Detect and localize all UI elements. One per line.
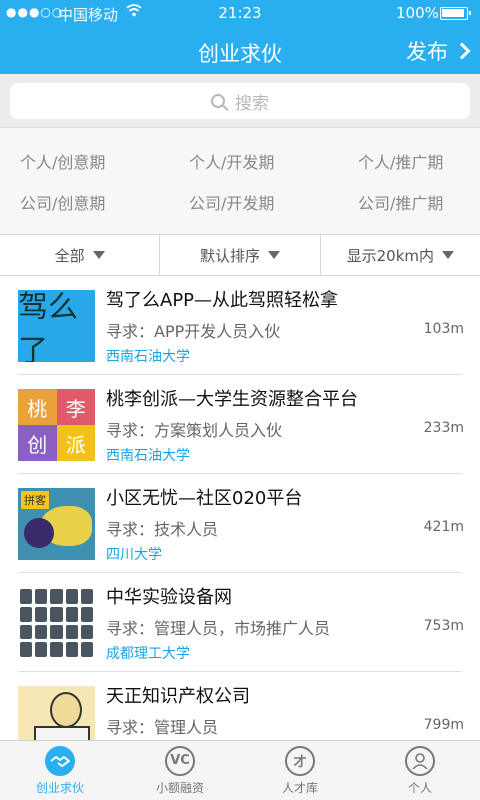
caret-down-icon bbox=[268, 251, 280, 259]
category-personal-dev[interactable]: 个人/开发期 bbox=[189, 149, 274, 173]
tab-micro-finance[interactable]: VC 小额融资 bbox=[120, 741, 240, 800]
thumbnail-graphic bbox=[50, 692, 82, 728]
list-item[interactable]: 桃 李 创 派 桃李创派—大学生资源整合平台 寻求：方案策划人员入伙 西南石油大… bbox=[0, 375, 480, 474]
category-personal-idea[interactable]: 个人/创意期 bbox=[20, 149, 105, 173]
project-seeking: 寻求：管理人员，市场推广人员 bbox=[106, 619, 331, 638]
thumbnail-text: 驾么了 bbox=[18, 290, 78, 362]
category-personal-promo[interactable]: 个人/推广期 bbox=[358, 149, 443, 173]
project-distance: 799m bbox=[423, 717, 464, 733]
thumbnail-char: 桃 bbox=[18, 389, 57, 425]
sort-label: 默认排序 bbox=[199, 246, 260, 265]
project-distance: 421m bbox=[423, 519, 464, 535]
thumbnail-char: 李 bbox=[56, 389, 95, 425]
project-title: 小区无忧—社区020平台 bbox=[106, 488, 303, 509]
project-thumbnail bbox=[18, 686, 95, 740]
publish-button[interactable]: 发布 bbox=[406, 36, 471, 66]
category-company-promo[interactable]: 公司/推广期 bbox=[358, 190, 443, 214]
project-distance: 103m bbox=[423, 321, 464, 337]
tab-startup-partners[interactable]: 创业求伙 bbox=[0, 741, 120, 800]
project-thumbnail bbox=[18, 587, 95, 659]
list-item[interactable]: 驾么了 驾了么APP—从此驾照轻松拿 寻求：APP开发人员入伙 西南石油大学 1… bbox=[0, 276, 480, 375]
filter-bar: 全部 默认排序 显示20km内 bbox=[0, 234, 480, 276]
filter-all-label: 全部 bbox=[54, 246, 85, 265]
project-thumbnail: 桃 李 创 派 bbox=[18, 389, 95, 461]
project-school[interactable]: 西南石油大学 bbox=[106, 346, 190, 366]
tab-bar: 创业求伙 VC 小额融资 才 人才库 个人 bbox=[0, 740, 480, 800]
thumbnail-char: 创 bbox=[18, 425, 57, 461]
thumbnail-char: 派 bbox=[56, 425, 95, 461]
person-icon bbox=[405, 745, 435, 776]
thumbnail-graphic bbox=[24, 518, 54, 548]
tab-talent-pool[interactable]: 才 人才库 bbox=[240, 741, 360, 800]
tab-personal[interactable]: 个人 bbox=[360, 741, 480, 800]
project-seeking: 寻求：技术人员 bbox=[106, 520, 219, 539]
project-list: 驾么了 驾了么APP—从此驾照轻松拿 寻求：APP开发人员入伙 西南石油大学 1… bbox=[0, 276, 480, 740]
project-seeking: 寻求：APP开发人员入伙 bbox=[106, 322, 281, 341]
category-company-dev[interactable]: 公司/开发期 bbox=[189, 190, 274, 214]
list-item[interactable]: 中华实验设备网 寻求：管理人员，市场推广人员 成都理工大学 753m bbox=[0, 573, 480, 672]
search-area: 搜索 bbox=[0, 74, 480, 128]
tab-label: 小额融资 bbox=[155, 780, 204, 795]
caret-down-icon bbox=[442, 251, 455, 259]
project-title: 天正知识产权公司 bbox=[106, 686, 250, 707]
status-bar: ●●●○○ 中国移动 21:23 100% bbox=[0, 0, 480, 28]
category-company-idea[interactable]: 公司/创意期 bbox=[20, 190, 105, 214]
project-school[interactable]: 四川大学 bbox=[106, 544, 162, 564]
sort-dropdown[interactable]: 默认排序 bbox=[160, 235, 321, 275]
project-thumbnail: 驾么了 bbox=[18, 290, 95, 362]
publish-label: 发布 bbox=[406, 40, 448, 64]
tab-label: 人才库 bbox=[281, 780, 318, 795]
project-title: 驾了么APP—从此驾照轻松拿 bbox=[106, 290, 339, 311]
project-school[interactable]: 成都理工大学 bbox=[106, 643, 190, 663]
project-distance: 233m bbox=[423, 420, 464, 436]
category-grid: 个人/创意期 个人/开发期 个人/推广期 公司/创意期 公司/开发期 公司/推广… bbox=[0, 128, 480, 234]
battery-percent: 100% bbox=[396, 4, 439, 22]
header-bar: ●●●○○ 中国移动 21:23 100% 创业求伙 发布 bbox=[0, 0, 480, 74]
project-seeking: 寻求：管理人员 bbox=[106, 718, 219, 737]
battery-icon bbox=[440, 7, 471, 20]
handshake-icon bbox=[45, 745, 75, 776]
filter-all-dropdown[interactable]: 全部 bbox=[0, 235, 161, 275]
tab-label: 创业求伙 bbox=[35, 780, 84, 795]
search-input[interactable]: 搜索 bbox=[10, 83, 470, 119]
search-icon bbox=[211, 94, 225, 108]
project-seeking: 寻求：方案策划人员入伙 bbox=[106, 421, 283, 440]
vc-icon: VC bbox=[165, 745, 195, 776]
project-distance: 753m bbox=[423, 618, 464, 634]
project-title: 中华实验设备网 bbox=[106, 587, 232, 608]
caret-down-icon bbox=[92, 251, 105, 259]
tab-label: 个人 bbox=[407, 780, 432, 795]
list-item[interactable]: 天正知识产权公司 寻求：管理人员 799m bbox=[0, 672, 480, 740]
project-thumbnail: 拼客 bbox=[18, 488, 95, 560]
thumbnail-tag: 拼客 bbox=[21, 491, 49, 509]
chevron-right-icon bbox=[453, 42, 471, 60]
range-dropdown[interactable]: 显示20km内 bbox=[321, 235, 480, 275]
project-school[interactable]: 西南石油大学 bbox=[106, 445, 190, 465]
project-title: 桃李创派—大学生资源整合平台 bbox=[106, 389, 358, 410]
search-placeholder: 搜索 bbox=[235, 93, 269, 114]
thumbnail-graphic bbox=[34, 726, 90, 740]
list-item[interactable]: 拼客 小区无忧—社区020平台 寻求：技术人员 四川大学 421m bbox=[0, 474, 480, 573]
range-label: 显示20km内 bbox=[346, 246, 435, 265]
talent-icon: 才 bbox=[285, 745, 315, 776]
